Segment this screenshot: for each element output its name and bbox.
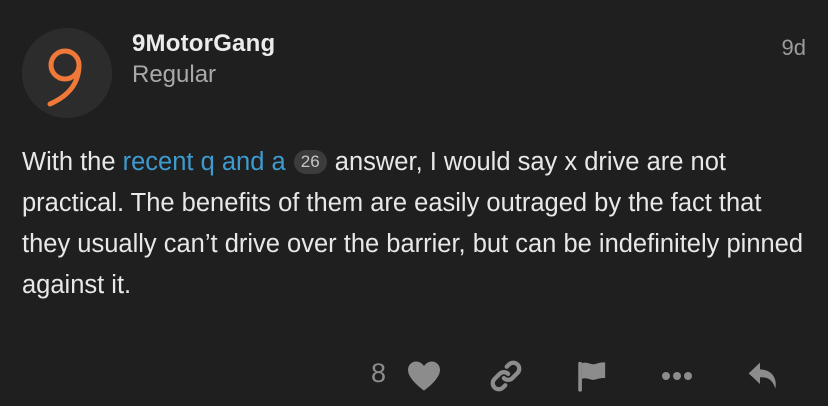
more-icon: [662, 372, 692, 380]
post-text-before-link: With the: [22, 148, 123, 176]
reply-icon: [748, 362, 776, 389]
link-icon: [490, 360, 522, 392]
post-body: With the recent q and a 26 answer, I wou…: [22, 142, 812, 306]
link-click-count: 26: [293, 150, 327, 174]
more-button[interactable]: [657, 358, 697, 394]
post-actions: 8: [0, 354, 828, 398]
reply-button[interactable]: [744, 358, 784, 394]
flag-button[interactable]: [571, 358, 611, 394]
flag-icon: [578, 361, 606, 392]
like-button[interactable]: [404, 358, 444, 394]
post-link[interactable]: recent q and a: [123, 148, 286, 176]
post-date[interactable]: 9d: [782, 35, 806, 61]
post: 9MotorGang Regular 9d With the recent q …: [0, 0, 828, 406]
avatar-logo-icon: [22, 28, 112, 118]
user-title: Regular: [132, 61, 217, 88]
username[interactable]: 9MotorGang: [132, 30, 275, 58]
like-count[interactable]: 8: [371, 358, 386, 389]
avatar[interactable]: [22, 28, 112, 118]
copy-link-button[interactable]: [486, 358, 526, 394]
heart-icon: [408, 361, 440, 391]
